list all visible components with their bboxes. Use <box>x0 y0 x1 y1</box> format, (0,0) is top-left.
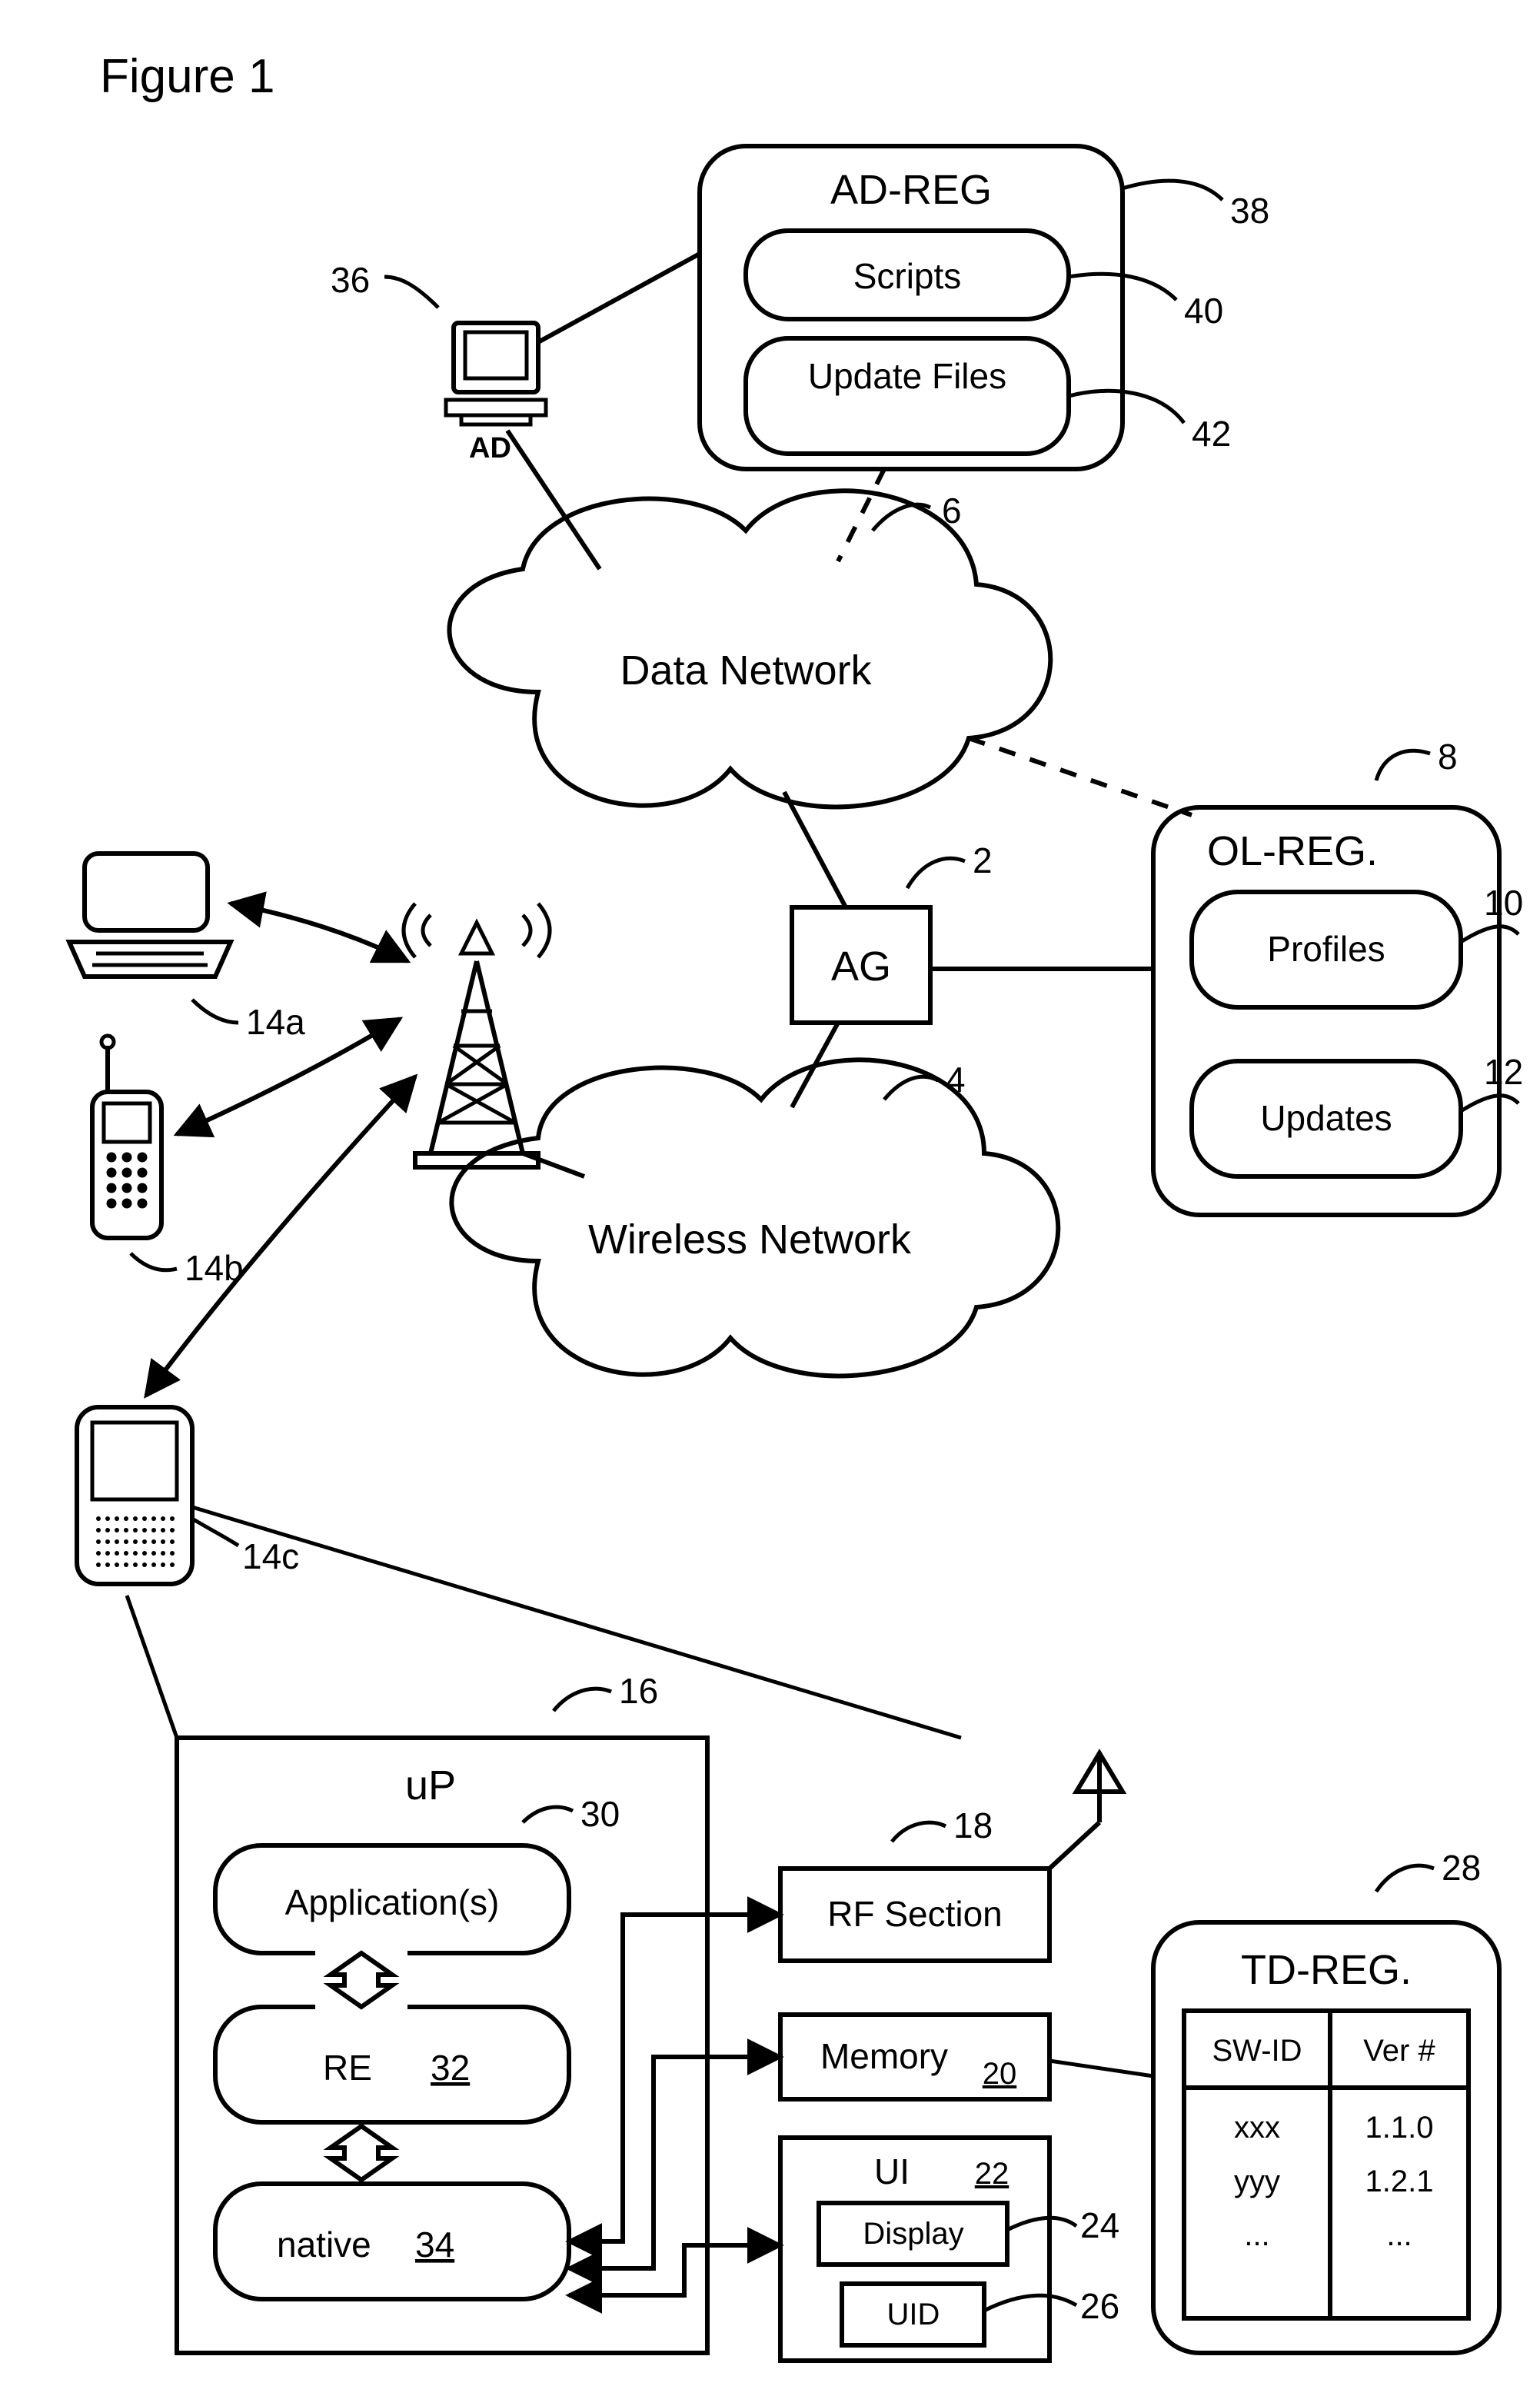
re-num: 32 <box>431 2048 470 2088</box>
wireless-label: Wireless Network <box>588 1216 912 1263</box>
tdreg-r0-sw: xxx <box>1234 2111 1280 2145</box>
laptop-icon <box>69 854 231 977</box>
adreg-scripts-label: Scripts <box>853 256 962 296</box>
wireless-ref: 4 <box>946 1060 966 1100</box>
tdreg-col1: SW-ID <box>1212 2034 1302 2068</box>
data-network-ref: 6 <box>942 491 962 531</box>
ag-ref: 2 <box>973 840 993 880</box>
adreg-box: AD-REG Scripts Update Files <box>700 146 1123 469</box>
adreg-updatefiles-label1: Update Files <box>808 356 1006 396</box>
up-title: uP <box>405 1762 456 1809</box>
memory-label: Memory <box>820 2036 948 2076</box>
adreg-scripts-ref: 40 <box>1184 291 1223 331</box>
laptop-ref: 14a <box>246 1002 305 1042</box>
adreg-title: AD-REG <box>830 167 992 213</box>
tdreg-r1-ver: 1.2.1 <box>1365 2165 1434 2198</box>
tdreg-r0-ver: 1.1.0 <box>1365 2111 1434 2145</box>
wireless-cloud: Wireless Network <box>451 1060 1058 1376</box>
ui-uid-label: UID <box>887 2298 940 2331</box>
olreg-updates-ref: 12 <box>1484 1052 1523 1092</box>
native-num: 34 <box>415 2225 454 2265</box>
tdreg-r2-sw: ... <box>1244 2218 1269 2252</box>
ui-display-label: Display <box>863 2217 963 2251</box>
olreg-title: OL-REG. <box>1207 828 1378 874</box>
tdreg-r1-sw: yyy <box>1234 2165 1280 2198</box>
tdreg-ref: 28 <box>1442 1848 1481 1888</box>
olreg-updates-label: Updates <box>1260 1098 1392 1138</box>
applications-ref: 30 <box>580 1794 620 1834</box>
pda-icon <box>77 1407 192 1584</box>
ui-uid-ref: 26 <box>1080 2286 1119 2326</box>
olreg-profiles-label: Profiles <box>1267 929 1385 969</box>
olreg-box: OL-REG. Profiles Updates <box>1153 807 1499 1215</box>
up-ref: 16 <box>619 1671 658 1711</box>
rf-label: RF Section <box>827 1894 1003 1934</box>
data-network-label: Data Network <box>620 647 872 694</box>
ad-ref: 36 <box>331 260 370 300</box>
applications-label: Application(s) <box>285 1882 500 1922</box>
cell-tower-icon <box>404 903 550 1167</box>
olreg-profiles-ref: 10 <box>1484 883 1523 923</box>
adreg-ref: 38 <box>1230 191 1269 231</box>
phone-icon <box>92 1036 161 1238</box>
tdreg-r2-ver: ... <box>1386 2218 1412 2252</box>
ad-computer-icon <box>446 323 546 424</box>
re-label: RE <box>323 2048 372 2088</box>
tdreg-box: TD-REG. SW-ID Ver # xxx 1.1.0 yyy 1.2.1 … <box>1153 1922 1499 2353</box>
figure-label: Figure 1 <box>100 50 274 103</box>
memory-ref: 20 <box>983 2057 1017 2091</box>
tdreg-title: TD-REG. <box>1241 1947 1412 1993</box>
ui-display-ref: 24 <box>1080 2205 1119 2245</box>
native-pill <box>215 2184 569 2299</box>
olreg-ref: 8 <box>1438 737 1458 777</box>
re-pill <box>215 2007 569 2122</box>
native-label: native <box>277 2225 371 2265</box>
ui-ref: 22 <box>975 2157 1009 2191</box>
adreg-update-ref: 42 <box>1192 414 1231 454</box>
rf-ref: 18 <box>953 1805 993 1845</box>
double-arrow-re-native <box>331 2126 392 2180</box>
data-network-cloud: Data Network <box>449 491 1050 807</box>
ag-label: AG <box>831 943 891 990</box>
ui-title: UI <box>874 2151 910 2191</box>
ag-box: AG <box>792 907 930 1023</box>
tdreg-col2: Ver # <box>1363 2034 1435 2068</box>
ad-label: AD <box>469 432 511 464</box>
pda-ref: 14c <box>242 1536 299 1576</box>
